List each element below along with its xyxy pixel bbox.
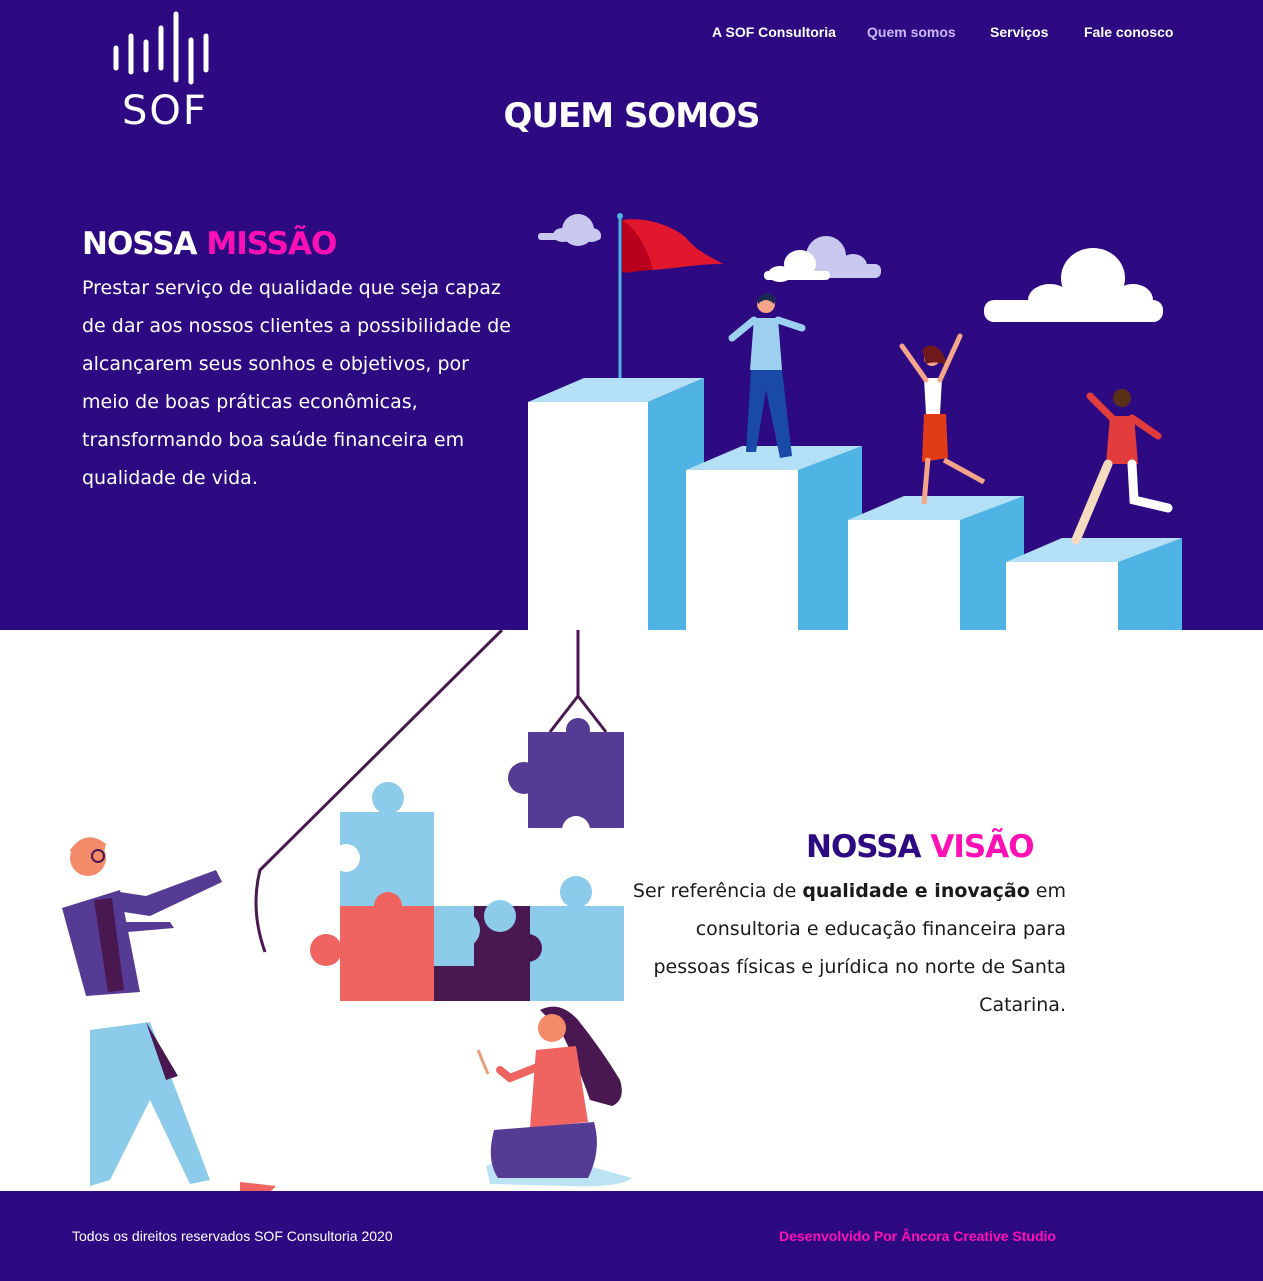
- vision-text-bold: qualidade e inovação: [802, 880, 1030, 902]
- puzzle-piece-icon: [332, 782, 434, 906]
- vision-text: Ser referência de qualidade e inovação e…: [620, 872, 1066, 1024]
- nav-item-quem-somos[interactable]: Quem somos: [867, 24, 956, 40]
- puzzle-piece-icon: [508, 718, 624, 844]
- footer-copyright: Todos os direitos reservados SOF Consult…: [72, 1228, 393, 1244]
- puzzle-piece-icon: [514, 876, 624, 1001]
- nav-item-servicos[interactable]: Serviços: [990, 24, 1048, 40]
- stair-steps-icon: [528, 378, 1182, 630]
- woman-kneeling-icon: [476, 1006, 632, 1187]
- nav-item-fale-conosco[interactable]: Fale conosco: [1084, 24, 1173, 40]
- puzzle-team-illustration: [62, 630, 632, 1191]
- puzzle-piece-icon: [310, 892, 434, 1001]
- man-pulling-rope-icon: [62, 837, 276, 1191]
- vision-title-part1: NOSSA: [806, 829, 931, 865]
- hero-section: SOF A SOF Consultoria Quem somos Serviço…: [0, 0, 1263, 630]
- person-celebrating-icon: [728, 293, 806, 458]
- cloud-icon: [984, 248, 1163, 322]
- footer: Todos os direitos reservados SOF Consult…: [0, 1191, 1263, 1281]
- main-nav: A SOF Consultoria Quem somos Serviços Fa…: [0, 24, 1263, 44]
- mission-title-part1: NOSSA: [82, 226, 207, 262]
- person-running-icon: [899, 333, 986, 505]
- mission-title: NOSSA MISSÃO: [82, 226, 337, 262]
- success-stairs-illustration: [528, 213, 1182, 630]
- page-title: QUEM SOMOS: [503, 96, 760, 136]
- person-jumping-icon: [1071, 389, 1173, 545]
- vision-text-before: Ser referência de: [632, 880, 803, 902]
- nav-item-a-sof-consultoria[interactable]: A SOF Consultoria: [712, 24, 836, 40]
- footer-credit-link[interactable]: Desenvolvido Por Âncora Creative Studio: [779, 1228, 1056, 1244]
- vision-title: NOSSA VISÃO: [806, 829, 1035, 865]
- mission-title-part2: MISSÃO: [206, 226, 337, 262]
- cloud-icon: [538, 214, 601, 246]
- mission-text: Prestar serviço de qualidade que seja ca…: [82, 277, 511, 489]
- vision-title-part2: VISÃO: [930, 829, 1034, 865]
